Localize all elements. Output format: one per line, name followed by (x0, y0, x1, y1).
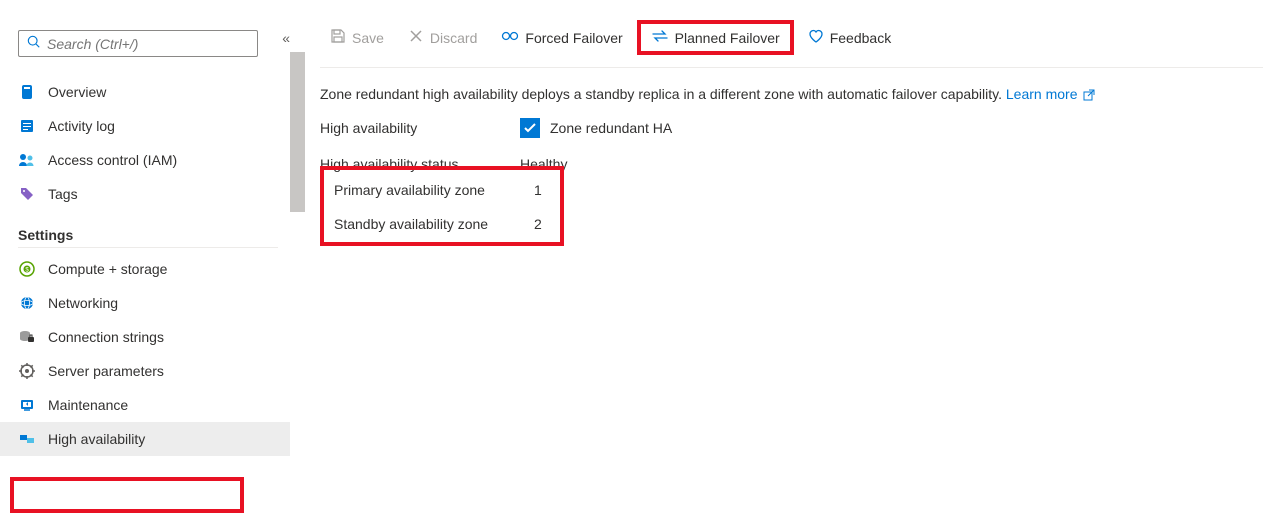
discard-icon (408, 28, 424, 47)
forced-failover-icon (501, 28, 519, 47)
description: Zone redundant high availability deploys… (320, 68, 1263, 118)
nav-label: Networking (48, 295, 118, 311)
networking-icon (18, 294, 36, 312)
nav-tags[interactable]: Tags (18, 177, 300, 211)
nav-label: Server parameters (48, 363, 164, 379)
toolbar: Save Discard Forced Failover Planned Fai… (320, 0, 1263, 68)
activity-log-icon (18, 117, 36, 135)
sidebar-scrollbar[interactable] (290, 52, 305, 512)
save-button[interactable]: Save (320, 24, 394, 51)
nav-label: Connection strings (48, 329, 164, 345)
nav-label: High availability (48, 431, 145, 447)
nav-label: Maintenance (48, 397, 128, 413)
nav-access-control[interactable]: Access control (IAM) (18, 143, 300, 177)
zone-redundant-checkbox[interactable] (520, 118, 540, 138)
nav-activity-log[interactable]: Activity log (18, 109, 300, 143)
feedback-label: Feedback (830, 30, 891, 46)
nav-maintenance[interactable]: Maintenance (18, 388, 300, 422)
zones-highlight-box: Primary availability zone 1 Standby avai… (320, 166, 564, 246)
forced-failover-label: Forced Failover (525, 30, 622, 46)
search-input[interactable] (47, 36, 249, 52)
high-availability-icon (18, 430, 36, 448)
standby-zone-value: 2 (534, 216, 542, 232)
search-box[interactable] (18, 30, 258, 57)
overview-icon (18, 83, 36, 101)
access-control-icon (18, 151, 36, 169)
settings-list: $ Compute + storage Networking Connectio… (18, 252, 300, 456)
feedback-icon (808, 28, 824, 47)
nav-compute-storage[interactable]: $ Compute + storage (18, 252, 300, 286)
save-label: Save (352, 30, 384, 46)
nav-high-availability[interactable]: High availability (0, 422, 290, 456)
ha-label: High availability (320, 120, 520, 136)
ha-checkbox-label: Zone redundant HA (550, 120, 672, 136)
ha-status-value: Healthy (520, 156, 1263, 172)
standby-zone-label: Standby availability zone (334, 216, 534, 232)
primary-zone-label: Primary availability zone (334, 182, 534, 198)
nav-label: Overview (48, 84, 106, 100)
external-link-icon (1081, 86, 1095, 102)
forced-failover-button[interactable]: Forced Failover (491, 24, 632, 51)
sidebar: « Overview Activity log Access control (… (0, 0, 300, 518)
save-icon (330, 28, 346, 47)
planned-failover-icon (651, 28, 669, 47)
highlight-annotation (10, 477, 244, 513)
main-content: Save Discard Forced Failover Planned Fai… (300, 0, 1283, 518)
connection-strings-icon (18, 328, 36, 346)
nav-label: Activity log (48, 118, 115, 134)
nav-label: Access control (IAM) (48, 152, 177, 168)
tags-icon (18, 185, 36, 203)
nav-overview[interactable]: Overview (18, 75, 300, 109)
compute-storage-icon: $ (18, 260, 36, 278)
nav-list: Overview Activity log Access control (IA… (18, 75, 300, 211)
ha-form: High availability Zone redundant HA High… (320, 118, 1263, 172)
nav-networking[interactable]: Networking (18, 286, 300, 320)
search-icon (27, 35, 47, 52)
settings-header: Settings (18, 211, 278, 248)
nav-connection-strings[interactable]: Connection strings (18, 320, 300, 354)
description-text: Zone redundant high availability deploys… (320, 86, 1002, 102)
server-parameters-icon (18, 362, 36, 380)
discard-button[interactable]: Discard (398, 24, 487, 51)
nav-label: Compute + storage (48, 261, 167, 277)
planned-failover-label: Planned Failover (675, 30, 780, 46)
feedback-button[interactable]: Feedback (798, 24, 901, 51)
nav-label: Tags (48, 186, 78, 202)
planned-failover-button[interactable]: Planned Failover (637, 20, 794, 55)
nav-server-parameters[interactable]: Server parameters (18, 354, 300, 388)
maintenance-icon (18, 396, 36, 414)
discard-label: Discard (430, 30, 477, 46)
collapse-sidebar-icon[interactable]: « (282, 30, 290, 46)
primary-zone-value: 1 (534, 182, 542, 198)
learn-more-link[interactable]: Learn more (1006, 86, 1095, 102)
ha-checkbox-row: Zone redundant HA (520, 118, 1263, 138)
scrollbar-thumb[interactable] (290, 52, 305, 212)
